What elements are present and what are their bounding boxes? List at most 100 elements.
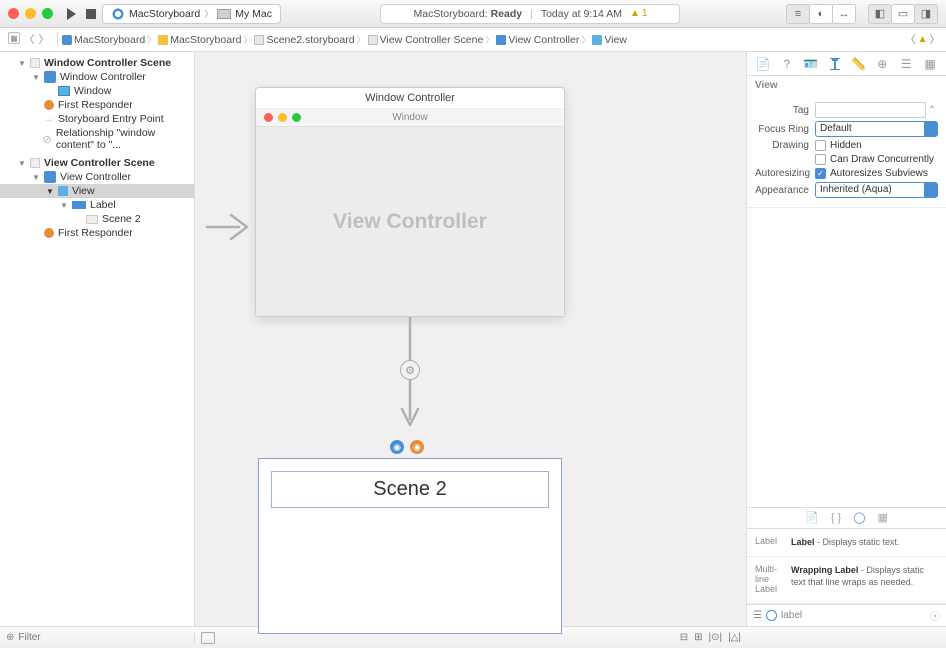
filter-icon[interactable]: ⊕ <box>6 632 14 643</box>
viewcontroller-dock-icon[interactable]: ◉ <box>390 440 404 454</box>
status-state: Ready <box>491 8 523 20</box>
zoom-icon[interactable] <box>42 8 53 19</box>
autoresize-label: Autoresizing <box>755 168 815 179</box>
label-control[interactable]: Scene 2 <box>271 471 549 508</box>
code-snippet-tab[interactable]: { } <box>831 512 841 524</box>
firstresponder-dock-icon[interactable]: ◉ <box>410 440 424 454</box>
outline-window-controller[interactable]: ▼Window Controller <box>0 70 194 84</box>
arrow-right-icon: → <box>44 114 54 125</box>
library-thumb: Label <box>755 537 785 549</box>
bindings-inspector-tab[interactable]: ☰ <box>897 55 915 73</box>
drawing-label: Drawing <box>755 140 815 151</box>
file-template-tab[interactable]: 📄 <box>805 511 819 524</box>
window-traffic-lights <box>264 113 301 122</box>
outline-label-cell[interactable]: Scene 2 <box>0 212 194 226</box>
back-button[interactable]: 〈 <box>24 32 35 47</box>
scheme-name: MacStoryboard <box>129 8 200 20</box>
jump-bar: ▦ 〈 〉 MacStoryboard〉 MacStoryboard〉 Scen… <box>0 28 946 52</box>
version-editor-button[interactable]: ↔ <box>832 4 856 24</box>
forward-button[interactable]: 〉 <box>39 32 50 47</box>
pin-button[interactable]: ⊞ <box>694 632 702 643</box>
warning-icon[interactable]: ▲ <box>918 34 928 45</box>
viewcontroller-icon <box>44 171 56 183</box>
outline-scene-group[interactable]: ▼Window Controller Scene <box>0 56 194 70</box>
outline-first-responder-2[interactable]: First Responder <box>0 226 194 240</box>
firstresponder-icon <box>44 100 54 110</box>
minimize-icon[interactable] <box>25 8 36 19</box>
status-time: Today at 9:14 AM <box>541 8 622 20</box>
attributes-inspector-tab[interactable] <box>826 55 844 73</box>
outline-view[interactable]: ▼View <box>0 184 194 198</box>
scheme-selector[interactable]: MacStoryboard 〉 My Mac <box>102 4 281 24</box>
align-button[interactable]: ⊟ <box>680 632 688 643</box>
window-controller-frame[interactable]: Window Controller Window View Controller <box>255 87 565 317</box>
hidden-checkbox[interactable] <box>815 140 826 151</box>
hidden-label: Hidden <box>830 140 862 151</box>
toggle-navigator-button[interactable]: ◧ <box>868 4 892 24</box>
file-inspector-tab[interactable]: 📄 <box>754 55 772 73</box>
library-item-wrapping-label[interactable]: Multi- line Label Wrapping Label - Displ… <box>747 557 946 604</box>
library-filter-text[interactable]: label <box>781 610 802 621</box>
library-filter-bar: ☰ label ⓧ <box>747 604 946 626</box>
close-icon[interactable] <box>8 8 19 19</box>
outline-label[interactable]: ▼Label <box>0 198 194 212</box>
outline-view-controller[interactable]: ▼View Controller <box>0 170 194 184</box>
label-text: Scene 2 <box>373 478 446 500</box>
size-inspector-tab[interactable]: 📏 <box>849 55 867 73</box>
outline-filter-input[interactable] <box>18 632 188 643</box>
viewcontroller-icon <box>496 35 506 45</box>
outline-entry-point[interactable]: →Storyboard Entry Point <box>0 112 194 126</box>
relationship-icon: ⊘ <box>43 133 52 146</box>
outline-first-responder[interactable]: First Responder <box>0 98 194 112</box>
object-library-tab[interactable]: ◯ <box>853 511 865 524</box>
scene-dock: ◉ ◉ <box>390 440 424 454</box>
clear-filter-button[interactable]: ⓧ <box>930 608 940 623</box>
storyboard-canvas[interactable]: Window Controller Window View Controller… <box>195 52 747 626</box>
canvas-toolbar-right: ⊟ ⊞ |⊙| |△| <box>680 632 741 643</box>
connections-inspector-tab[interactable]: ⊕ <box>873 55 891 73</box>
breadcrumb[interactable]: MacStoryboard〉 MacStoryboard〉 Scene2.sto… <box>58 33 899 46</box>
appearance-select[interactable]: Inherited (Aqua) <box>815 182 938 198</box>
embed-button[interactable]: |△| <box>728 632 741 643</box>
media-library-tab[interactable]: ▦ <box>878 511 888 524</box>
app-icon <box>111 7 125 21</box>
autoresize-checkbox[interactable]: ✓ <box>815 168 826 179</box>
library-item-label[interactable]: Label Label - Displays static text. <box>747 529 946 558</box>
view-controller-frame[interactable]: Scene 2 <box>258 458 562 634</box>
scope-icon[interactable] <box>766 610 777 621</box>
document-outline: ▼Window Controller Scene ▼Window Control… <box>0 52 195 626</box>
device-icon <box>217 9 231 19</box>
tag-field[interactable] <box>815 102 926 118</box>
resolve-issues-button[interactable]: |⊙| <box>709 632 723 643</box>
toggle-outline-button[interactable] <box>201 632 215 644</box>
related-items-button[interactable]: ▦ <box>8 32 20 44</box>
segue-icon[interactable]: ⚙ <box>400 360 420 380</box>
toggle-inspector-button[interactable]: ◨ <box>914 4 938 24</box>
view-icon <box>58 186 68 196</box>
stepper-icon[interactable]: ⌃ <box>926 105 938 116</box>
inspector-tabs: 📄 ? 🪪 📏 ⊕ ☰ ▦ <box>747 52 946 76</box>
placeholder-text: View Controller <box>333 210 487 234</box>
warning-badge[interactable]: ▲ 1 <box>630 8 647 19</box>
folder-icon <box>158 35 168 45</box>
standard-editor-button[interactable]: ≡ <box>786 4 810 24</box>
focus-ring-select[interactable]: Default <box>815 121 938 137</box>
help-inspector-tab[interactable]: ? <box>778 55 796 73</box>
outline-scene-group-2[interactable]: ▼View Controller Scene <box>0 156 194 170</box>
outline-window[interactable]: Window <box>0 84 194 98</box>
window-body: View Controller <box>256 127 564 316</box>
label-icon <box>72 201 86 209</box>
firstresponder-icon <box>44 228 54 238</box>
tag-label: Tag <box>755 105 815 116</box>
toggle-debug-button[interactable]: ▭ <box>891 4 915 24</box>
stop-button[interactable] <box>86 9 96 19</box>
window-caption: Window <box>256 109 564 127</box>
identity-inspector-tab[interactable]: 🪪 <box>802 55 820 73</box>
effects-inspector-tab[interactable]: ▦ <box>921 55 939 73</box>
outline-relationship[interactable]: ⊘Relationship "window content" to "... <box>0 126 194 152</box>
concurrent-checkbox[interactable] <box>815 154 826 165</box>
inspector-section-header: View <box>747 76 946 93</box>
run-button[interactable] <box>67 8 76 20</box>
concurrent-label: Can Draw Concurrently <box>830 154 934 165</box>
assistant-editor-button[interactable]: ◐ <box>809 4 833 24</box>
